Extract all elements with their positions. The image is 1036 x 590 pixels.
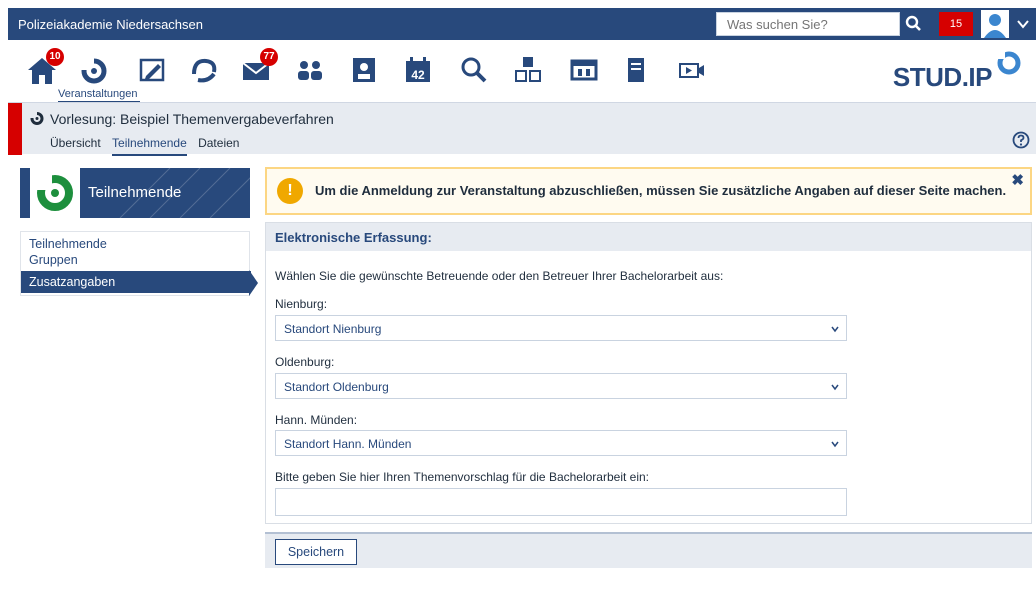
sidebar-course-icon (30, 168, 80, 218)
sidebar-item-zusatzangaben[interactable]: Zusatzangaben (21, 271, 251, 293)
brand-name[interactable]: Polizeiakademie Niedersachsen (18, 17, 203, 32)
sidebar-title: Teilnehmende (88, 184, 182, 201)
sidebar-item-gruppen[interactable]: Gruppen (21, 252, 249, 268)
sidebar-item-teilnehmende[interactable]: Teilnehmende (21, 236, 249, 252)
help-icon[interactable] (1012, 131, 1030, 149)
nav-dokumente[interactable] (616, 50, 656, 90)
save-button[interactable]: Speichern (275, 539, 357, 565)
logo-text: STUD.IP (892, 62, 993, 92)
tab-uebersicht[interactable]: Übersicht (50, 136, 101, 154)
form-intro: Wählen Sie die gewünschte Betreuende ode… (275, 269, 724, 283)
chevron-down-icon (831, 384, 839, 391)
sidebar-navigation: Teilnehmende Gruppen Zusatzangaben (20, 231, 251, 296)
search-icon (905, 15, 921, 31)
profile-icon (353, 58, 375, 82)
nav-nachrichten[interactable]: 77 (236, 48, 278, 90)
layout-icon (570, 59, 598, 81)
community-icon (192, 58, 217, 83)
select-hann-muenden[interactable]: Standort Hann. Münden (275, 430, 847, 456)
nav-suche[interactable] (454, 50, 494, 90)
user-icon (981, 10, 1009, 38)
context-header: Vorlesung: Beispiel Themenvergabeverfahr… (8, 102, 1036, 156)
video-icon (679, 63, 704, 78)
label-oldenburg: Oldenburg: (275, 355, 335, 369)
search-box[interactable] (716, 12, 900, 36)
people-icon (298, 61, 322, 80)
course-icon (80, 58, 107, 84)
nav-admin[interactable] (564, 50, 604, 90)
nav-medien[interactable] (672, 50, 712, 90)
select-oldenburg[interactable]: Standort Oldenburg (275, 373, 847, 399)
nav-gruppen[interactable] (290, 50, 330, 90)
nav-profil[interactable] (344, 50, 384, 90)
select-nienburg[interactable]: Standort Nienburg (275, 315, 847, 341)
themenvorschlag-input[interactable] (275, 488, 847, 516)
search-input[interactable] (717, 13, 899, 35)
select-nienburg-value: Standort Nienburg (284, 322, 382, 336)
select-oldenburg-value: Standort Oldenburg (284, 380, 389, 394)
workspace-icon (139, 58, 165, 82)
avatar[interactable] (981, 10, 1009, 38)
form-footer: Speichern (265, 532, 1032, 568)
document-icon (628, 58, 644, 82)
course-tabs: Übersicht Teilnehmende Dateien (50, 136, 247, 156)
label-hann-muenden: Hann. Münden: (275, 413, 358, 427)
tab-dateien[interactable]: Dateien (198, 136, 239, 154)
top-bar: Polizeiakademie Niedersachsen 15 (8, 8, 1036, 40)
sidebar-active-arrow (249, 270, 258, 296)
search-button[interactable] (904, 14, 924, 34)
warning-icon: ! (277, 178, 303, 204)
start-badge: 10 (46, 48, 64, 66)
sidebar-header: Teilnehmende (20, 168, 250, 218)
nav-veranstaltungen[interactable] (74, 50, 114, 90)
nav-label-veranstaltungen[interactable]: Veranstaltungen (58, 88, 138, 100)
message-text: Um die Anmeldung zur Veranstaltung abzus… (315, 183, 1007, 198)
label-themenvorschlag: Bitte geben Sie hier Ihren Themenvorschl… (275, 470, 649, 484)
panel-title: Elektronische Erfassung: (275, 230, 432, 245)
course-type-icon (30, 111, 44, 125)
notification-counter[interactable]: 15 (939, 12, 973, 36)
select-hann-muenden-value: Standort Hann. Münden (284, 437, 412, 451)
chevron-down-icon (831, 326, 839, 333)
panel-header: Elektronische Erfassung: (266, 223, 1031, 251)
form-panel: Elektronische Erfassung: Wählen Sie die … (265, 222, 1032, 524)
user-menu-chevron-icon[interactable] (1016, 17, 1030, 31)
nav-arbeitsplatz[interactable] (132, 50, 172, 90)
course-color-bar (8, 103, 22, 155)
nav-tools[interactable] (508, 50, 548, 90)
search-nav-icon (461, 57, 487, 83)
nav-community[interactable] (184, 50, 224, 90)
close-icon[interactable]: ✖ (1011, 171, 1024, 189)
course-title: Vorlesung: Beispiel Themenvergabeverfahr… (50, 111, 334, 127)
messages-badge: 77 (260, 48, 278, 66)
nav-planer[interactable]: 42 (398, 50, 438, 90)
info-message: ! Um die Anmeldung zur Veranstaltung abz… (265, 167, 1032, 215)
nav-start[interactable]: 10 (22, 48, 64, 90)
main-navigation: 10 Veranstaltungen 77 42 STUD.IP (8, 40, 1036, 103)
studip-logo[interactable]: STUD.IP (892, 48, 1022, 92)
calendar-day: 42 (411, 68, 425, 82)
calendar-icon: 42 (406, 57, 430, 82)
logo-ring-icon (996, 50, 1021, 75)
tab-teilnehmende[interactable]: Teilnehmende (112, 136, 187, 156)
chevron-down-icon (831, 441, 839, 448)
tools-icon (515, 57, 541, 82)
label-nienburg: Nienburg: (275, 297, 328, 311)
